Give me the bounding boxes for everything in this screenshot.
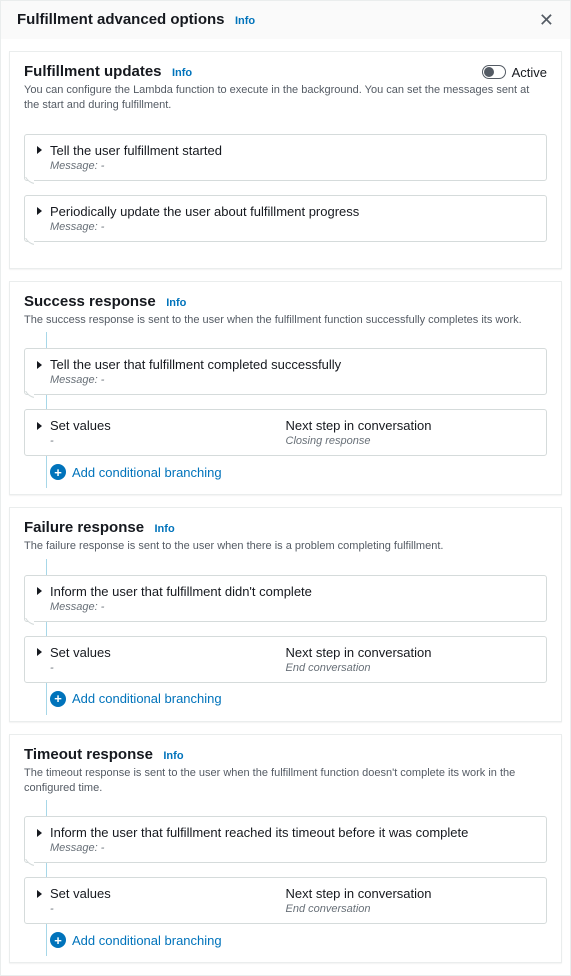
section-desc: The success response is sent to the user… [24,313,547,328]
set-values-sub: - [37,435,286,447]
add-label: Add conditional branching [72,691,222,706]
panel-header: Fulfillment advanced options Info ✕ [1,1,570,39]
add-label: Add conditional branching [72,933,222,948]
caret-icon [37,146,42,154]
expand-row[interactable]: Tell the user that fulfillment completed… [37,357,534,372]
set-values-sub: - [37,662,286,674]
card-title: Tell the user fulfillment started [50,143,222,158]
speech-tail-icon [24,391,34,401]
info-link[interactable]: Info [235,15,255,27]
next-step-label: Next step in conversation [286,645,535,660]
close-button[interactable]: ✕ [539,11,554,29]
card-success-message[interactable]: Tell the user that fulfillment completed… [24,348,547,395]
section-header: Success response Info The success respon… [10,282,561,332]
section-body: Tell the user fulfillment started Messag… [10,118,561,268]
active-toggle-wrap: Active [482,65,547,80]
caret-icon [37,829,42,837]
caret-icon [37,361,42,369]
caret-icon [37,587,42,595]
card-started-message[interactable]: Tell the user fulfillment started Messag… [24,134,547,181]
next-step-sub: Closing response [286,435,535,447]
card-title: Inform the user that fulfillment didn't … [50,584,312,599]
section-desc: You can configure the Lambda function to… [24,83,547,114]
active-toggle[interactable] [482,65,506,79]
panel-title: Fulfillment advanced options [17,11,225,28]
toggle-label: Active [512,65,547,80]
expand-row[interactable]: Periodically update the user about fulfi… [37,204,534,219]
card-progress-message[interactable]: Periodically update the user about fulfi… [24,195,547,242]
caret-icon [37,648,42,656]
add-conditional-branching-link[interactable]: + Add conditional branching [50,691,547,707]
info-link[interactable]: Info [172,67,192,79]
card-sub: Message: - [37,601,534,613]
set-values-label: Set values [50,886,111,901]
caret-icon [37,890,42,898]
card-sub: Message: - [37,160,534,172]
toggle-knob [484,67,494,77]
card-title: Tell the user that fulfillment completed… [50,357,341,372]
card-values-next[interactable]: Set values - Next step in conversation E… [24,877,547,924]
section-body: Inform the user that fulfillment didn't … [10,559,561,721]
speech-tail-icon [24,859,34,869]
section-body: Tell the user that fulfillment completed… [10,332,561,494]
card-sub: Message: - [37,221,534,233]
next-step-sub: End conversation [286,662,535,674]
section-body: Inform the user that fulfillment reached… [10,800,561,962]
section-header: Failure response Info The failure respon… [10,508,561,558]
section-header: Fulfillment updates Info Active You can … [10,52,561,118]
section-title: Fulfillment updates [24,63,162,80]
expand-row[interactable]: Set values [37,645,286,660]
caret-icon [37,422,42,430]
plus-icon: + [50,932,66,948]
section-failure-response: Failure response Info The failure respon… [9,507,562,721]
expand-row[interactable]: Inform the user that fulfillment didn't … [37,584,534,599]
card-sub: Message: - [37,842,534,854]
speech-tail-icon [24,238,34,248]
card-timeout-message[interactable]: Inform the user that fulfillment reached… [24,816,547,863]
section-fulfillment-updates: Fulfillment updates Info Active You can … [9,51,562,269]
section-title: Success response [24,293,156,310]
expand-row[interactable]: Set values [37,886,286,901]
fulfillment-panel: Fulfillment advanced options Info ✕ Fulf… [0,0,571,976]
expand-row[interactable]: Tell the user fulfillment started [37,143,534,158]
section-desc: The failure response is sent to the user… [24,539,547,554]
add-conditional-branching-link[interactable]: + Add conditional branching [50,464,547,480]
caret-icon [37,207,42,215]
card-sub: Message: - [37,374,534,386]
plus-icon: + [50,464,66,480]
plus-icon: + [50,691,66,707]
next-step-label: Next step in conversation [286,886,535,901]
set-values-label: Set values [50,645,111,660]
info-link[interactable]: Info [166,297,186,309]
next-step-sub: End conversation [286,903,535,915]
card-values-next[interactable]: Set values - Next step in conversation E… [24,636,547,683]
card-title: Inform the user that fulfillment reached… [50,825,468,840]
speech-tail-icon [24,618,34,628]
info-link[interactable]: Info [163,750,183,762]
section-desc: The timeout response is sent to the user… [24,766,547,797]
section-title: Timeout response [24,746,153,763]
section-success-response: Success response Info The success respon… [9,281,562,495]
set-values-sub: - [37,903,286,915]
add-conditional-branching-link[interactable]: + Add conditional branching [50,932,547,948]
card-title: Periodically update the user about fulfi… [50,204,359,219]
card-values-next[interactable]: Set values - Next step in conversation C… [24,409,547,456]
set-values-label: Set values [50,418,111,433]
info-link[interactable]: Info [155,523,175,535]
section-header: Timeout response Info The timeout respon… [10,735,561,801]
card-failure-message[interactable]: Inform the user that fulfillment didn't … [24,575,547,622]
add-label: Add conditional branching [72,465,222,480]
section-title: Failure response [24,519,144,536]
expand-row[interactable]: Set values [37,418,286,433]
speech-tail-icon [24,177,34,187]
section-timeout-response: Timeout response Info The timeout respon… [9,734,562,964]
next-step-label: Next step in conversation [286,418,535,433]
expand-row[interactable]: Inform the user that fulfillment reached… [37,825,534,840]
